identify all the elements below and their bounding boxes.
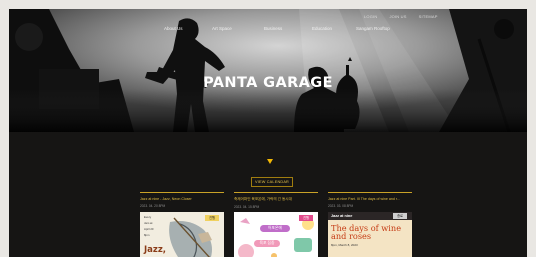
poster-headline: Jazz, [144,245,167,255]
event-poster[interactable]: Every Jam at April 20 8pm Jazz, 진행 [140,212,224,257]
nav-education[interactable]: Education [312,26,356,31]
main-nav: About Us Art Space Business Education Sa… [164,26,406,31]
event-card[interactable]: Jazz at nine Part. III The days of wine … [328,192,412,257]
nav-art-space[interactable]: Art Space [212,26,264,31]
event-poster[interactable]: 어포온에 육포 집중 진행 [234,212,318,257]
poster-subline: 8pm, March 8, 2023 [331,243,358,247]
sitemap-link[interactable]: SITEMAP [419,14,438,19]
event-poster[interactable]: Jazz at nine 종료 The days of wine and ros… [328,212,412,257]
join-link[interactable]: JOIN US [389,14,406,19]
poster-header-label: Jazz at nine [331,213,353,218]
hero-banner: LOGIN JOIN US SITEMAP About Us Art Space… [9,9,527,132]
event-card[interactable]: Jazz at nine - Jazz, Neon Closer 2023. 0… [140,192,224,257]
event-title[interactable]: 축제어파인 육포온에, 가락의 긴 동시대 [234,197,318,202]
event-card[interactable]: 축제어파인 육포온에, 가락의 긴 동시대 2023. 04. 15 8PM 어… [234,192,318,257]
event-date: 2023. 04. 20 8PM [140,204,166,208]
poster-line: 8pm [144,233,150,237]
poster-headline: The days of wine and roses [331,224,401,241]
event-title[interactable]: Jazz at nine Part. III The days of wine … [328,197,412,201]
poster-pill: 어포온에 [260,225,290,232]
nav-about-us[interactable]: About Us [164,26,212,31]
scroll-down-arrow-icon[interactable] [267,159,273,164]
event-date: 2023. 04. 15 8PM [234,205,260,209]
nav-sangam-rooftop[interactable]: Sangam Rooftop [356,26,406,31]
status-badge: 종료 [393,213,407,219]
poster-pill: 육포 집중 [254,240,280,247]
poster-line: April 20 [144,227,154,231]
view-calendar-button[interactable]: VIEW CALENDAR [251,177,293,187]
status-badge: 진행 [299,215,313,221]
utility-links: LOGIN JOIN US SITEMAP [364,14,438,19]
poster-line: Every [144,215,152,219]
page: LOGIN JOIN US SITEMAP About Us Art Space… [9,9,527,257]
event-title[interactable]: Jazz at nine - Jazz, Neon Closer [140,197,224,201]
poster-headline-line: and roses [331,231,372,242]
nav-business[interactable]: Business [264,26,312,31]
status-badge: 진행 [205,215,219,221]
hero-title: PANTA GARAGE [203,75,333,91]
event-date: 2023. 03. 08 8PM [328,204,354,208]
poster-line: Jam at [144,221,153,225]
login-link[interactable]: LOGIN [364,14,377,19]
